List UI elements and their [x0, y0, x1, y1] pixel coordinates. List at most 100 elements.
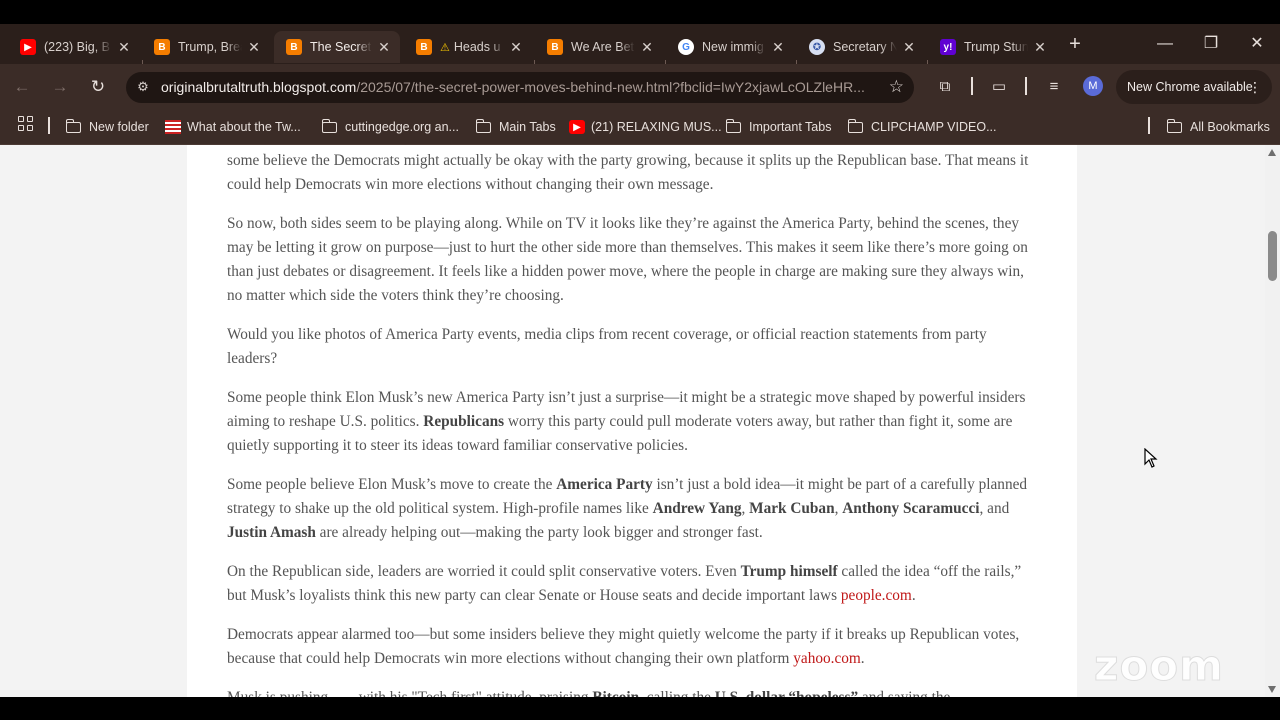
- bookmark-cuttingedge[interactable]: cuttingedge.org an...: [321, 116, 459, 138]
- source-link-yahoo[interactable]: yahoo.com: [793, 650, 861, 667]
- tab-secretary[interactable]: ✪ Secretary N ✕: [797, 31, 925, 63]
- restore-button[interactable]: ❐: [1196, 30, 1226, 58]
- bookmarks-divider: [48, 117, 50, 134]
- paragraph: Some people think Elon Musk’s new Americ…: [227, 389, 1026, 454]
- bookmark-label: Main Tabs: [499, 120, 556, 134]
- bold-text: Trump himself: [740, 563, 838, 580]
- scroll-up-icon[interactable]: [1268, 149, 1276, 156]
- close-icon[interactable]: ✕: [1032, 39, 1048, 56]
- bookmark-new-folder[interactable]: New folder: [65, 116, 149, 138]
- tab-blogger[interactable]: B Trump, Brea ✕: [142, 31, 270, 63]
- update-chrome-button[interactable]: New Chrome available ⋮: [1116, 70, 1272, 104]
- menu-dots-icon[interactable]: ⋮: [1248, 70, 1262, 104]
- folder-icon: [725, 118, 741, 133]
- youtube-icon: ▶: [569, 120, 585, 134]
- close-icon[interactable]: ✕: [770, 39, 786, 56]
- zoom-watermark: zoom: [1094, 641, 1224, 691]
- toolbar-divider: [1025, 77, 1027, 95]
- tab-title: (223) Big, B: [44, 40, 111, 54]
- bookmark-what-about[interactable]: What about the Tw...: [165, 116, 301, 138]
- bold-text: Mark Cuban: [749, 500, 835, 517]
- media-icon[interactable]: ▭: [988, 76, 1010, 98]
- browser-toolbar: ← → ↻ ⚙ originalbrutaltruth.blogspot.com…: [0, 64, 1280, 110]
- bookmarks-bar: New folder What about the Tw... cuttinge…: [0, 110, 1280, 145]
- folder-icon: [65, 118, 81, 133]
- forward-button[interactable]: →: [48, 75, 72, 99]
- minimize-button[interactable]: —: [1150, 30, 1180, 58]
- google-icon: G: [678, 39, 694, 55]
- paragraph: Some people believe Elon Musk’s move to …: [227, 476, 1028, 541]
- bookmark-label: All Bookmarks: [1190, 120, 1270, 134]
- site-info-icon[interactable]: ⚙: [134, 78, 152, 96]
- bold-text: Andrew Yang: [652, 500, 742, 517]
- tab-active-the-secret[interactable]: B The Secret ✕: [274, 31, 400, 63]
- back-button[interactable]: ←: [10, 75, 34, 99]
- vertical-scrollbar[interactable]: [1265, 145, 1280, 697]
- bold-text: Justin Amash: [227, 524, 316, 541]
- tab-title: Trump Stun: [964, 40, 1028, 54]
- tab-youtube[interactable]: ▶ (223) Big, B ✕: [8, 31, 140, 63]
- paragraph: some believe the Democrats might actuall…: [227, 152, 1029, 193]
- tab-google[interactable]: G New immig ✕: [666, 31, 794, 63]
- page-viewport[interactable]: some believe the Democrats might actuall…: [0, 145, 1280, 697]
- youtube-icon: ▶: [20, 39, 36, 55]
- tab-title: New immig: [702, 40, 764, 54]
- paragraph: Would you like photos of America Party e…: [227, 326, 987, 367]
- tab-blogger[interactable]: B We Are Bet ✕: [535, 31, 663, 63]
- bold-text: Republicans: [423, 413, 505, 430]
- apps-grid-icon[interactable]: [18, 116, 33, 131]
- new-tab-button[interactable]: +: [1064, 34, 1086, 56]
- yahoo-icon: y!: [940, 39, 956, 55]
- bookmark-all-bookmarks[interactable]: All Bookmarks: [1166, 116, 1270, 138]
- tab-title: Trump, Brea: [178, 40, 242, 54]
- bookmark-label: (21) RELAXING MUS...: [591, 120, 722, 134]
- paragraph: Democrats appear alarmed too—but some in…: [227, 626, 1020, 667]
- url-path: /2025/07/the-secret-power-moves-behind-n…: [356, 79, 865, 95]
- address-bar[interactable]: ⚙ originalbrutaltruth.blogspot.com/2025/…: [126, 72, 914, 103]
- bold-text: America Party: [556, 476, 653, 493]
- paragraph: So now, both sides seem to be playing al…: [227, 215, 1028, 304]
- bookmark-main-tabs[interactable]: Main Tabs: [475, 116, 556, 138]
- folder-icon: [1166, 118, 1182, 133]
- bookmark-star-icon[interactable]: ☆: [889, 77, 904, 97]
- bookmarks-divider: [1148, 117, 1150, 134]
- update-label: New Chrome available: [1127, 80, 1253, 94]
- source-link-people[interactable]: people.com: [841, 587, 912, 604]
- close-icon[interactable]: ✕: [116, 39, 132, 56]
- tab-blogger[interactable]: B ⚠ Heads u ✕: [404, 31, 532, 63]
- bookmark-label: What about the Tw...: [187, 120, 301, 134]
- folder-icon: [847, 118, 863, 133]
- paragraph: On the Republican side, leaders are worr…: [227, 563, 1022, 604]
- bookmark-label: New folder: [89, 120, 149, 134]
- blogger-icon: B: [547, 39, 563, 55]
- mouse-cursor-icon: [1144, 448, 1158, 468]
- close-icon[interactable]: ✕: [901, 39, 917, 56]
- close-icon[interactable]: ✕: [246, 39, 262, 56]
- blogger-icon: B: [416, 39, 432, 55]
- reload-button[interactable]: ↻: [86, 75, 110, 99]
- url-text[interactable]: originalbrutaltruth.blogspot.com/2025/07…: [161, 79, 873, 95]
- bookmark-clipchamp[interactable]: CLIPCHAMP VIDEO...: [847, 116, 997, 138]
- bookmark-relaxing-music[interactable]: ▶ (21) RELAXING MUS...: [569, 116, 722, 138]
- bookmark-important-tabs[interactable]: Important Tabs: [725, 116, 832, 138]
- close-icon[interactable]: ✕: [376, 39, 392, 56]
- scroll-down-icon[interactable]: [1268, 686, 1276, 693]
- article-body: some believe the Democrats might actuall…: [187, 145, 1077, 697]
- avatar[interactable]: M: [1083, 76, 1103, 96]
- flag-icon: [165, 120, 181, 134]
- close-window-button[interactable]: ✕: [1242, 30, 1272, 58]
- bold-text: Bitcoin: [592, 689, 639, 697]
- scrollbar-thumb[interactable]: [1268, 231, 1277, 281]
- article-content: some believe the Democrats might actuall…: [227, 149, 1039, 697]
- close-icon[interactable]: ✕: [508, 39, 524, 56]
- bookmark-label: Important Tabs: [749, 120, 832, 134]
- tab-search-icon[interactable]: ≡: [1043, 76, 1065, 98]
- paragraph: Musk is pushing ...... with his "Tech fi…: [227, 686, 1039, 697]
- url-host: originalbrutaltruth.blogspot.com: [161, 79, 357, 95]
- extensions-icon[interactable]: ⧉: [934, 76, 956, 98]
- bookmark-label: CLIPCHAMP VIDEO...: [871, 120, 997, 134]
- tab-yahoo[interactable]: y! Trump Stun ✕: [928, 31, 1056, 63]
- bold-text: U.S. dollar “hopeless”: [715, 689, 858, 697]
- close-icon[interactable]: ✕: [639, 39, 655, 56]
- tab-title: The Secret: [310, 40, 372, 54]
